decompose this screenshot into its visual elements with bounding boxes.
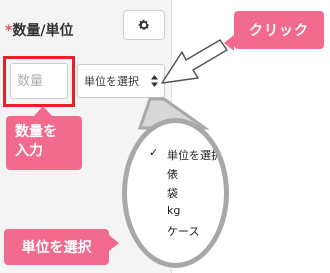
pointer-arrow-icon: [161, 39, 228, 84]
callout-select-unit: 単位を選択: [4, 229, 119, 265]
callout-enter-quantity: 数量を 入力: [6, 106, 82, 170]
callout-quantity-line2: 入力: [15, 143, 43, 159]
callout-quantity-line1: 数量を: [15, 124, 57, 140]
callout-click-label: クリック: [249, 23, 309, 39]
dropdown-option-fukuro[interactable]: 袋: [167, 185, 178, 201]
callout-unit-label: 単位を選択: [21, 240, 92, 256]
callout-click: クリック: [224, 11, 324, 51]
dropdown-zoom-ring: ✓ 単位を選択 俵 袋 kg ケース: [122, 118, 229, 268]
dropdown-option-hyou[interactable]: 俵: [167, 166, 178, 182]
dropdown-option-case[interactable]: ケース: [167, 223, 199, 239]
dropdown-option-kg[interactable]: kg: [167, 204, 180, 217]
dropdown-option-unit-select[interactable]: 単位を選択: [167, 147, 222, 163]
checkmark-icon: ✓: [149, 146, 159, 159]
